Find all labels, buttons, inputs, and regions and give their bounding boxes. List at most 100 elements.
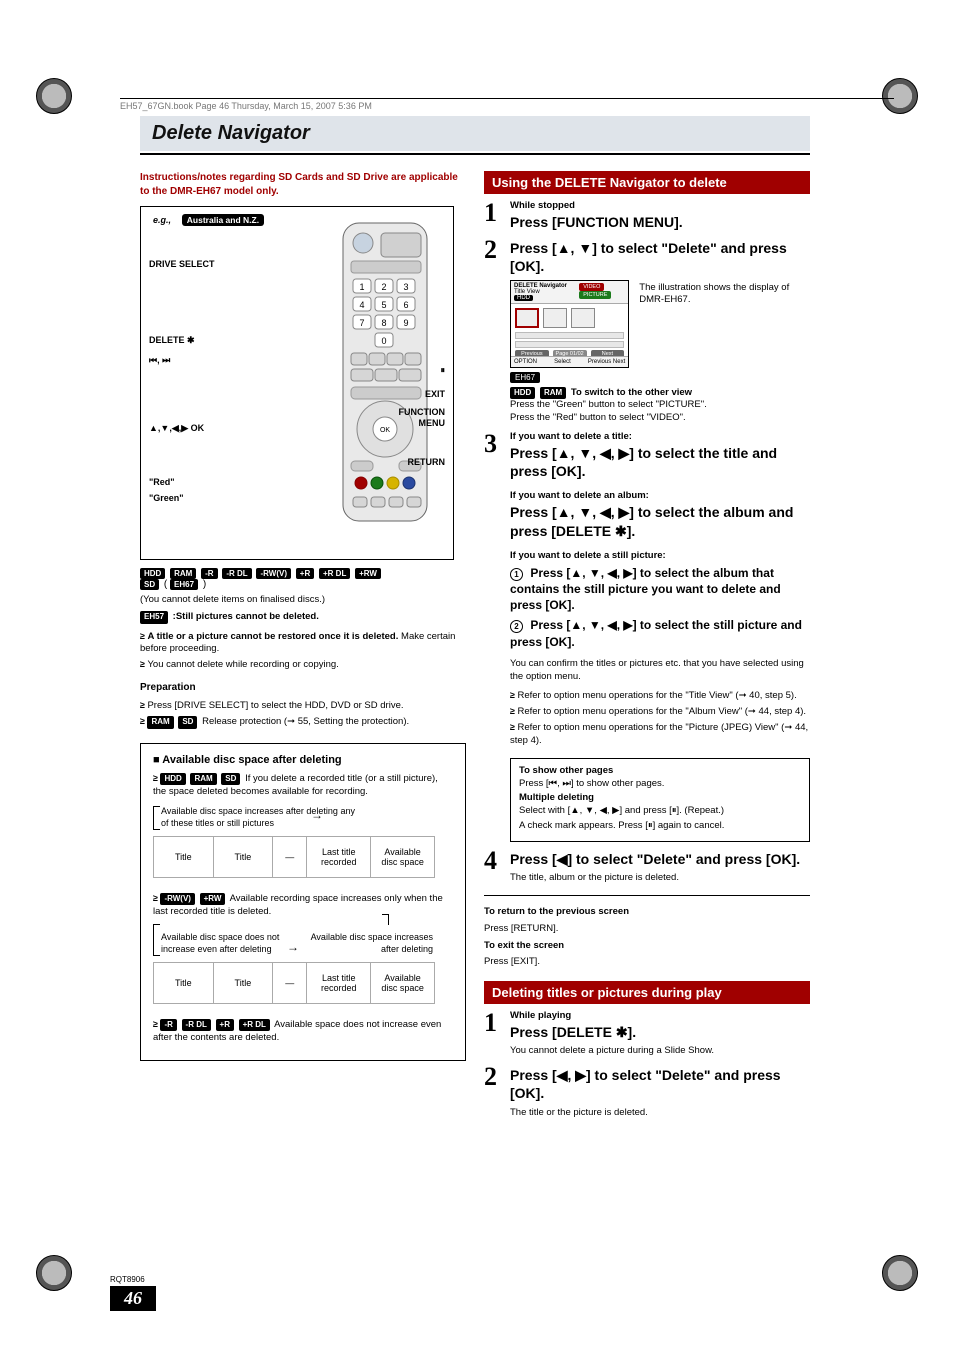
step-3: 3 If you want to delete a title: Press […	[484, 431, 810, 842]
page: Delete Navigator Instructions/notes rega…	[140, 116, 810, 1119]
chip: SD	[140, 579, 159, 590]
page-number: 46	[110, 1286, 156, 1311]
section-title-during-play: Deleting titles or pictures during play	[484, 981, 810, 1004]
scr-picture-btn: PICTURE	[579, 291, 611, 299]
step3-sub: If you want to delete a title:	[510, 431, 810, 442]
finalised-note: (You cannot delete items on finalised di…	[140, 594, 466, 607]
cell: —	[273, 837, 307, 877]
ref: Refer to option menu operations for the …	[510, 689, 810, 703]
chip: +R	[216, 1019, 234, 1032]
strip-a: Title Title — Last title recorded Availa…	[153, 836, 435, 878]
label-green: "Green"	[149, 493, 184, 503]
label-return: RETURN	[408, 457, 446, 467]
warn-line: You cannot delete while recording or cop…	[140, 658, 466, 672]
paren-close: )	[203, 579, 206, 590]
rqt-code: RQT8906	[110, 1275, 156, 1284]
chip: -R	[201, 568, 217, 579]
list-item: -R -R DL +R +R DL Available space does n…	[153, 1018, 453, 1045]
svg-text:3: 3	[403, 282, 408, 292]
disc-space-box: Available disc space after deleting HDD …	[140, 743, 466, 1062]
tip-box: To show other pages Press [⏮, ⏭] to show…	[510, 758, 810, 842]
svg-text:4: 4	[359, 300, 364, 310]
warnings: A title or a picture cannot be restored …	[140, 630, 466, 672]
step3-c1-row: 1 Press [▲, ▼, ◀, ▶] to select the album…	[510, 565, 810, 614]
preparation-title: Preparation	[140, 682, 466, 693]
step-num: 2	[484, 237, 510, 263]
strip-b-header-right: Available disc space increases after del…	[303, 932, 433, 955]
scr-hdd-chip: HDD	[514, 295, 533, 301]
eh67-chip: EH67	[510, 372, 540, 383]
label-skip: ⏮, ⏭	[149, 355, 170, 366]
cell: Title	[154, 837, 214, 877]
label-function-menu: FUNCTION MENU	[385, 407, 445, 429]
book-header-text: EH57_67GN.book Page 46 Thursday, March 1…	[120, 101, 372, 111]
thumb	[571, 308, 595, 328]
ref: Refer to option menu operations for the …	[510, 721, 810, 748]
remote-svg: 123 456 789 0 OK	[325, 217, 445, 527]
svg-text:9: 9	[403, 318, 408, 328]
right-column: Using the DELETE Navigator to delete 1 W…	[484, 171, 810, 1119]
step3-c2-row: 2 Press [▲, ▼, ◀, ▶] to select the still…	[510, 617, 810, 649]
play1-after: You cannot delete a picture during a Sli…	[510, 1045, 810, 1058]
eh57-note: :Still pictures cannot be deleted.	[173, 611, 319, 622]
thumb	[515, 308, 539, 328]
switch-l2: Press the "Red" button to select "VIDEO"…	[510, 412, 686, 423]
label-delete: DELETE ✱	[149, 335, 195, 346]
label-red: "Red"	[149, 477, 175, 487]
left-column: Instructions/notes regarding SD Cards an…	[140, 171, 466, 1119]
label-arrows-ok: ▲,▼,◀,▶ OK	[149, 423, 209, 434]
ret-text: Press [RETURN].	[484, 923, 810, 936]
chip: RAM	[147, 716, 173, 729]
cell: Last title recorded	[307, 963, 371, 1003]
step3-main: Press [▲, ▼, ◀, ▶] to select the title a…	[510, 444, 810, 480]
step-num: 3	[484, 431, 510, 457]
arrow-icon: →	[287, 940, 299, 954]
step-1: 1 While stopped Press [FUNCTION MENU].	[484, 200, 810, 231]
svg-text:5: 5	[381, 300, 386, 310]
disc-mid-text: Available recording space increases only…	[153, 893, 443, 917]
delete-navigator-screen: DELETE Navigator Title View HDD VIDEO PI…	[510, 280, 629, 368]
play-step-2: 2 Press [◀, ▶] to select "Delete" and pr…	[484, 1064, 810, 1119]
disc-space-title: Available disc space after deleting	[153, 754, 453, 766]
chip: +RW	[355, 568, 381, 579]
list-item: HDD RAM SD If you delete a recorded titl…	[153, 772, 453, 799]
cropmark-br	[882, 1255, 918, 1291]
cell: Available disc space	[371, 963, 434, 1003]
svg-text:1: 1	[359, 282, 364, 292]
step2-main: Press [▲, ▼] to select "Delete" and pres…	[510, 239, 810, 275]
title-underline	[140, 153, 810, 155]
section-title-delete-nav: Using the DELETE Navigator to delete	[484, 171, 810, 194]
switch-l1: Press the "Green" button to select "PICT…	[510, 399, 707, 410]
svg-text:2: 2	[381, 282, 386, 292]
chip: -RW(V)	[256, 568, 291, 579]
cell: Title	[214, 963, 274, 1003]
tip-t1: To show other pages	[519, 765, 801, 776]
chip: RAM	[170, 568, 196, 579]
eh57-note-line: EH57 :Still pictures cannot be deleted.	[140, 611, 466, 624]
cell: Title	[154, 963, 214, 1003]
label-pause: ⏸	[440, 365, 445, 376]
warn1-bold: A title or a picture cannot be restored …	[147, 631, 398, 642]
chip: -R DL	[182, 1019, 211, 1032]
label-drive-select: DRIVE SELECT	[149, 259, 219, 270]
cell: —	[273, 963, 307, 1003]
chip: +R DL	[319, 568, 350, 579]
eg-prefix: e.g.,	[147, 213, 177, 227]
step3-confirm: You can confirm the titles or pictures e…	[510, 658, 810, 684]
step1-main: Press [FUNCTION MENU].	[510, 213, 810, 231]
play-step-1: 1 While playing Press [DELETE ✱]. You ca…	[484, 1010, 810, 1058]
chip: EH67	[170, 579, 198, 590]
svg-text:7: 7	[359, 318, 364, 328]
tip-p3: A check mark appears. Press [⏸] again to…	[519, 820, 801, 833]
region-chip: Australia and N.Z.	[182, 214, 264, 226]
disc-point-3: -R -R DL +R +R DL Available space does n…	[153, 1018, 453, 1045]
step4-after: The title, album or the picture is delet…	[510, 872, 810, 885]
page-title: Delete Navigator	[152, 122, 310, 144]
chip: RAM	[190, 773, 216, 786]
scr-video-btn: VIDEO	[579, 283, 604, 291]
step-num: 1	[484, 1010, 510, 1036]
play2-after: The title or the picture is deleted.	[510, 1107, 810, 1120]
scr-foot-prev: Previous	[588, 359, 611, 365]
step-num: 1	[484, 200, 510, 226]
ref: Refer to option menu operations for the …	[510, 705, 810, 719]
